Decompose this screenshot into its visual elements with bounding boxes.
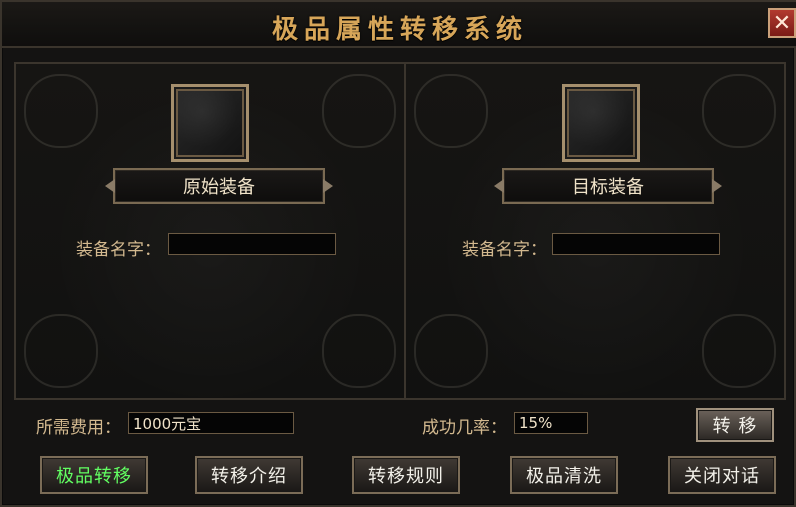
ornament-icon [414,74,488,148]
success-rate-field: 15% [514,412,588,434]
target-name-field[interactable] [552,233,720,255]
ornament-icon [414,314,488,388]
source-name-label: 装备名字： [76,240,161,260]
success-rate-label: 成功几率： [422,418,507,438]
tab-transfer-intro[interactable]: 转移介绍 [195,456,303,494]
ornament-icon [322,314,396,388]
close-icon: ✕ [772,10,792,36]
target-item-label: 目标装备 [572,177,644,198]
chevron-right-icon [712,179,722,193]
cost-label: 所需费用： [36,418,121,438]
target-item-plate: 目标装备 [494,168,722,204]
source-item-slot[interactable] [171,84,249,162]
transfer-button[interactable]: 转 移 [696,408,774,442]
ornament-icon [702,314,776,388]
tab-transfer-rules[interactable]: 转移规则 [352,456,460,494]
transfer-panel: 原始装备 装备名字： 目标装备 装备名字： [14,62,786,400]
chevron-left-icon [494,179,504,193]
close-button[interactable]: ✕ [768,8,796,38]
tab-premium-clean[interactable]: 极品清洗 [510,456,618,494]
source-item-label: 原始装备 [183,177,255,198]
ornament-icon [24,314,98,388]
tab-premium-transfer[interactable]: 极品转移 [40,456,148,494]
ornament-icon [702,74,776,148]
left-panel: 原始装备 装备名字： [16,64,404,398]
dialog-window: 极品属性转移系统 ✕ 原始装备 装备名字： 目标装备 装备名字： 所需费用： 1… [0,0,796,507]
ornament-icon [24,74,98,148]
window-title: 极品属性转移系统 [271,15,528,45]
cost-field: 1000元宝 [128,412,294,434]
title-bar: 极品属性转移系统 ✕ [2,2,796,48]
target-name-label: 装备名字： [462,240,547,260]
source-item-plate: 原始装备 [105,168,333,204]
source-name-field[interactable] [168,233,336,255]
chevron-right-icon [323,179,333,193]
right-panel: 目标装备 装备名字： [406,64,784,398]
ornament-icon [322,74,396,148]
target-item-slot[interactable] [562,84,640,162]
close-dialog-button[interactable]: 关闭对话 [668,456,776,494]
chevron-left-icon [105,179,115,193]
